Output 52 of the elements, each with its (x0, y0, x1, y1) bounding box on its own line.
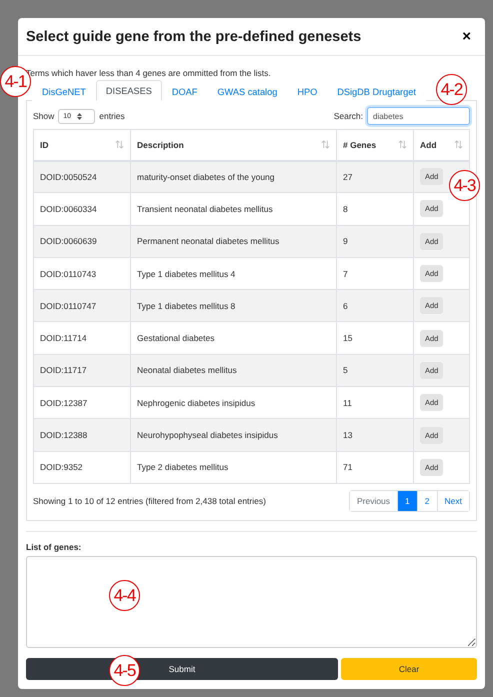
table-cell: 6 (336, 290, 414, 322)
table-cell: DOID:0110747 (34, 290, 130, 322)
genes-field[interactable] (26, 556, 477, 648)
table-cell: 9 (336, 225, 414, 258)
sort-icon[interactable] (115, 140, 124, 150)
table-cell: 27 (336, 160, 414, 193)
table-cell: Transient neonatal diabetes mellitus (130, 192, 336, 226)
sort-icon[interactable] (321, 140, 330, 150)
pagination-button[interactable]: 1 (397, 490, 417, 511)
column-header[interactable]: Add (420, 140, 437, 150)
spinner-icon (77, 112, 82, 120)
pagination-button[interactable]: Next (436, 490, 469, 511)
table-cell: 11 (336, 386, 414, 419)
table-info: Showing 1 to 10 of 12 entries (filtered from 2,438 total entries) (33, 496, 266, 506)
table-cell: DOID:0060639 (34, 225, 130, 258)
table-cell: Gestational diabetes (130, 322, 336, 354)
table-cell: 71 (336, 451, 414, 484)
table-cell: DOID:11714 (34, 322, 130, 354)
table-cell: 13 (336, 418, 414, 452)
dialog-title: Select guide gene from the pre-defined genesets (26, 28, 362, 44)
table-cell: Type 1 diabetes mellitus 4 (130, 257, 336, 290)
tab[interactable]: DISEASES (96, 80, 162, 101)
table-cell: DOID:11717 (34, 354, 130, 387)
table-cell: DOID:0050524 (34, 160, 130, 193)
table-cell: 15 (336, 322, 414, 354)
table-cell: Nephrogenic diabetes insipidus (130, 386, 336, 419)
close-button[interactable]: × (458, 28, 475, 45)
search-label: Search: (334, 111, 363, 121)
table-cell: Type 1 diabetes mellitus 8 (130, 290, 336, 322)
table-cell: DOID:0110743 (34, 257, 130, 290)
entries-label: entries (99, 111, 125, 121)
table-cell: Neonatal diabetes mellitus (130, 354, 336, 387)
table-cell: 8 (336, 192, 414, 226)
search-field[interactable]: diabetes (367, 107, 470, 125)
sort-icon[interactable] (454, 140, 463, 150)
table-cell: 5 (336, 354, 414, 387)
genes-label: List of genes: (26, 542, 82, 552)
sort-icon[interactable] (398, 140, 407, 150)
table-cell: 7 (336, 257, 414, 290)
column-header[interactable]: Description (137, 140, 184, 150)
table-cell: DOID:12387 (34, 386, 130, 419)
table-cell: maturity-onset diabetes of the young (130, 160, 336, 193)
show-label: Show (33, 111, 54, 121)
column-header[interactable]: ID (40, 140, 48, 150)
table-cell: Type 2 diabetes mellitus (130, 451, 336, 484)
table-cell: Neurohypophyseal diabetes insipidus (130, 418, 336, 452)
table-cell: DOID:12388 (34, 418, 130, 452)
clear-button[interactable]: Clear (341, 658, 477, 680)
table-cell: DOID:9352 (34, 451, 130, 484)
table-cell: Permanent neonatal diabetes mellitus (130, 225, 336, 258)
table-cell: DOID:0060334 (34, 192, 130, 226)
column-header[interactable]: # Genes (343, 140, 376, 150)
